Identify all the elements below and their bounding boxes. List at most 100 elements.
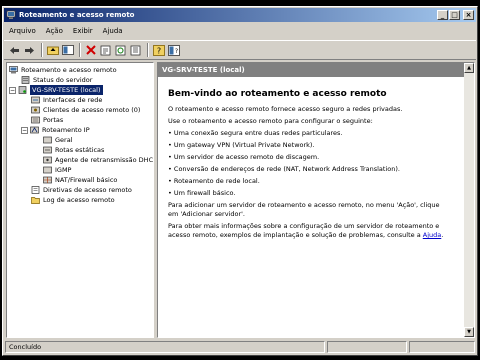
tree-item-dhcp-relay[interactable]: Agente de retransmissão DHCP [43, 155, 153, 165]
maximize-button[interactable]: □ [449, 10, 460, 20]
delete-button[interactable] [84, 44, 97, 57]
close-button[interactable]: × [463, 10, 474, 20]
tree-item-server[interactable]: − VG-SRV-TESTE (local) [9, 85, 103, 95]
tree-label: Portas [43, 116, 64, 124]
tree-label: Roteamento IP [42, 126, 90, 134]
export-list-icon [130, 45, 141, 55]
general-icon [43, 136, 52, 144]
more-info-end: . [441, 231, 444, 239]
scroll-up-button[interactable]: ▲ [464, 63, 474, 73]
static-routes-icon [43, 146, 52, 154]
add-server-text: Para adicionar um servidor de roteamento… [168, 201, 440, 209]
bullet-item: • Uma conexão segura entre duas redes pa… [168, 129, 343, 137]
bullet-item: • Um servidor de acesso remoto de discag… [168, 153, 320, 161]
scroll-down-button[interactable]: ▼ [464, 327, 474, 337]
console-tree: Roteamento e acesso remoto Status do ser… [6, 62, 154, 338]
tree-label: Interfaces de rede [43, 96, 103, 104]
tree-label: Geral [55, 136, 73, 144]
tree-item-ip-routing[interactable]: − Roteamento IP [21, 125, 90, 135]
folder-icon [31, 197, 40, 204]
intro-text: O roteamento e acesso remoto fornece ace… [168, 105, 403, 113]
more-info-text: Para obter mais informações sobre a conf… [168, 222, 440, 230]
welcome-content: Bem-vindo ao roteamento e acesso remoto … [168, 89, 458, 243]
show-hide-tree-button[interactable] [61, 44, 74, 57]
tree-label: Roteamento e acesso remoto [21, 66, 117, 74]
svg-text:?: ? [156, 46, 160, 55]
tree-item-ports[interactable]: Portas [31, 115, 63, 125]
tree-item-root[interactable]: Roteamento e acesso remoto [9, 65, 117, 75]
server-status-icon [21, 76, 30, 84]
back-arrow-icon [10, 46, 19, 54]
minimize-button[interactable]: _ [437, 10, 448, 20]
tree-item-clients[interactable]: Clientes de acesso remoto (0) [31, 105, 140, 115]
more-info-text-2: acesso remoto, exemplos de implantação e… [168, 231, 423, 239]
igmp-icon [43, 166, 52, 174]
scroll-down-icon: ▼ [467, 329, 471, 335]
toolbar-separator [41, 43, 43, 57]
remote-clients-icon [31, 106, 40, 114]
network-interfaces-icon [31, 96, 40, 104]
tree-item-igmp[interactable]: IGMP [43, 165, 71, 175]
ip-routing-icon [30, 126, 39, 134]
add-server-text-2: em 'Adicionar servidor'. [168, 210, 245, 218]
computer-icon [9, 66, 18, 74]
maximize-icon: □ [451, 11, 458, 19]
scroll-up-icon: ▲ [467, 65, 471, 71]
help-topics-button[interactable]: ? [167, 44, 180, 57]
properties-icon [100, 45, 111, 55]
tree-label: Diretivas de acesso remoto [43, 186, 132, 194]
tree-label-selected: VG-SRV-TESTE (local) [30, 85, 103, 95]
window-title: Roteamento e acesso remoto [19, 11, 135, 19]
tree-label: NAT/Firewall básico [55, 176, 118, 184]
menu-exibir[interactable]: Exibir [68, 27, 98, 35]
tree-label: IGMP [55, 166, 72, 174]
title-bar[interactable]: Roteamento e acesso remoto _ □ × [4, 8, 476, 22]
details-pane: VG-SRV-TESTE (local) ▲ ▼ Bem-vindo ao ro… [157, 62, 475, 338]
back-button[interactable] [8, 44, 21, 57]
export-list-button[interactable] [129, 44, 142, 57]
status-bar: Concluído [4, 340, 476, 354]
help-link[interactable]: Ajuda [423, 231, 441, 239]
console-tree-icon [61, 45, 74, 55]
forward-button[interactable] [23, 44, 36, 57]
tree-label: Clientes de acesso remoto (0) [43, 106, 141, 114]
dhcp-relay-icon [43, 156, 52, 164]
bullet-item: • Um firewall básico. [168, 189, 236, 197]
delete-x-icon [85, 45, 96, 55]
menu-arquivo[interactable]: Arquivo [4, 27, 41, 35]
app-icon [6, 10, 16, 19]
collapse-icon[interactable]: − [21, 126, 28, 134]
tree-item-interfaces[interactable]: Interfaces de rede [31, 95, 102, 105]
status-text: Concluído [5, 341, 325, 353]
tree-item-nat[interactable]: NAT/Firewall básico [43, 175, 117, 185]
policies-icon [31, 186, 40, 194]
menu-ajuda[interactable]: Ajuda [98, 27, 128, 35]
menu-acao[interactable]: Ação [41, 27, 68, 35]
welcome-heading: Bem-vindo ao roteamento e acesso remoto [168, 89, 387, 99]
tree-item-static-routes[interactable]: Rotas estáticas [43, 145, 104, 155]
tree-label: Status do servidor [33, 76, 93, 84]
toolbar: ? ? [4, 40, 476, 60]
vertical-scrollbar[interactable]: ▲ ▼ [464, 63, 474, 337]
folder-up-icon [46, 46, 59, 55]
use-text: Use o roteamento e acesso remoto para co… [168, 117, 373, 125]
refresh-button[interactable] [114, 44, 127, 57]
properties-button[interactable] [99, 44, 112, 57]
tree-item-policies[interactable]: Diretivas de acesso remoto [31, 185, 132, 195]
tree-label: Log de acesso remoto [43, 196, 115, 204]
help-icon: ? [152, 44, 165, 56]
mmc-window: Roteamento e acesso remoto _ □ × Arquivo… [2, 6, 478, 356]
tree-label: Rotas estáticas [55, 146, 105, 154]
close-icon: × [465, 11, 472, 19]
toolbar-separator [147, 43, 149, 57]
more-info-line: acesso remoto, exemplos de implantação e… [168, 231, 458, 240]
up-level-button[interactable] [46, 44, 59, 57]
collapse-icon[interactable]: − [9, 86, 16, 94]
tree-item-log[interactable]: Log de acesso remoto [31, 195, 115, 205]
refresh-icon [115, 45, 126, 55]
help-button[interactable]: ? [152, 44, 165, 57]
details-header: VG-SRV-TESTE (local) [158, 63, 464, 77]
bullet-item: • Conversão de endereços de rede (NAT, N… [168, 165, 400, 173]
tree-item-server-status[interactable]: Status do servidor [21, 75, 92, 85]
tree-item-general[interactable]: Geral [43, 135, 73, 145]
